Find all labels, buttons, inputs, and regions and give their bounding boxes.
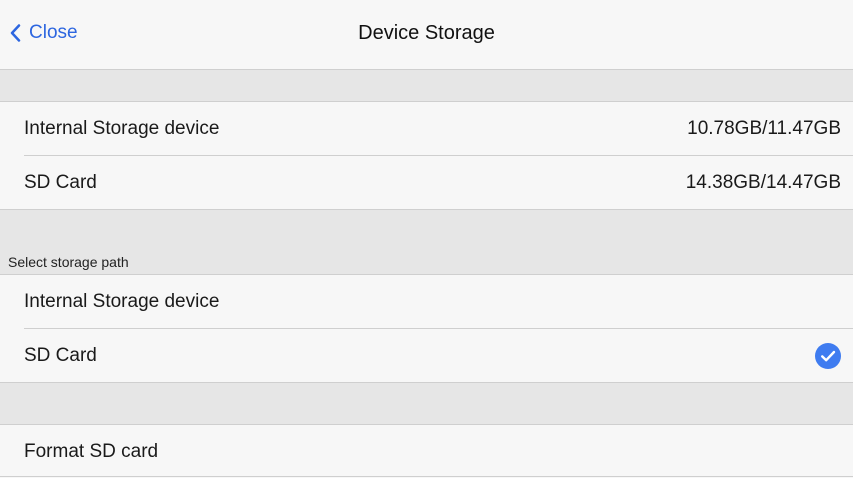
page-title: Device Storage (358, 22, 495, 44)
navigation-bar: Close Device Storage (0, 0, 853, 69)
divider (0, 476, 853, 477)
storage-label: SD Card (24, 172, 97, 193)
section-spacer (0, 69, 853, 102)
section-header: Select storage path (8, 254, 129, 270)
storage-value: 14.38GB/14.47GB (685, 172, 841, 193)
section-spacer (0, 382, 853, 425)
storage-row-internal: Internal Storage device 10.78GB/11.47GB (0, 102, 853, 156)
path-option-internal[interactable]: Internal Storage device (0, 275, 853, 329)
checkmark-circle-icon (815, 343, 841, 369)
format-sd-card-button[interactable]: Format SD card (0, 425, 853, 478)
path-option-label: SD Card (24, 345, 97, 366)
storage-value: 10.78GB/11.47GB (687, 118, 841, 139)
storage-path-section: Select storage path (0, 209, 853, 275)
storage-label: Internal Storage device (24, 118, 220, 139)
path-option-sd[interactable]: SD Card (0, 329, 853, 383)
storage-row-sd: SD Card 14.38GB/14.47GB (0, 156, 853, 210)
format-label: Format SD card (24, 441, 159, 462)
path-option-label: Internal Storage device (24, 291, 220, 312)
